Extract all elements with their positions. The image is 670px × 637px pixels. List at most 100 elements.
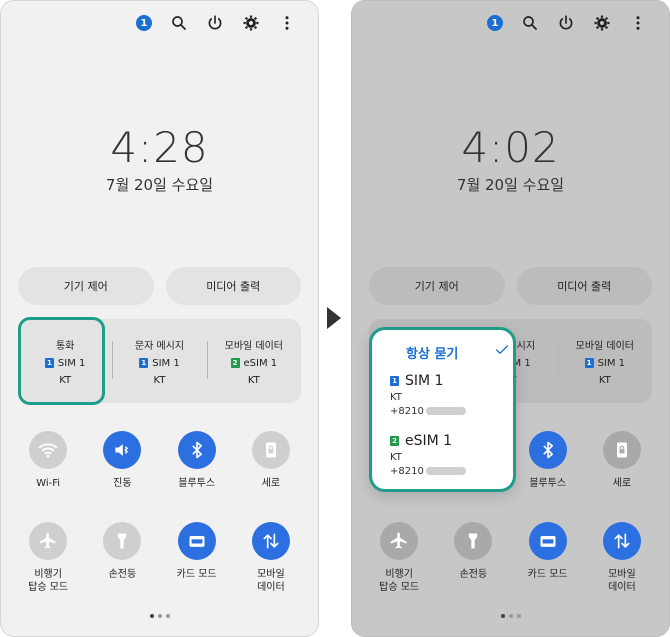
lockscreen-clock: 4:28 (110, 123, 209, 172)
mobile-data-label: 모바일 데이터 (257, 569, 285, 593)
esim1-option-carrier: KT (390, 452, 402, 463)
sim2-icon: 2 (390, 436, 399, 446)
airplane-icon (380, 522, 419, 560)
bluetooth-label: 블루투스 (178, 478, 216, 489)
esim1-option-name: eSIM 1 (405, 433, 453, 449)
portrait-lock-toggle[interactable]: 세로 (239, 431, 303, 490)
status-bar: 1 (136, 11, 296, 35)
sim-indicator-badge: 1 (487, 15, 503, 31)
card-mode-label: 카드 모드 (176, 569, 217, 580)
nfc-icon (528, 522, 567, 560)
sim1-icon: 1 (139, 358, 149, 368)
lockscreen-clock: 4:02 (461, 123, 560, 172)
esim1-option-number: +8210 (390, 465, 466, 479)
airplane-icon (29, 522, 68, 560)
more-icon[interactable] (629, 14, 647, 32)
sim2-icon: 2 (230, 358, 240, 368)
message-sim-selector[interactable]: 문자 메시지 1SIM 1 KT (112, 319, 206, 403)
message-sim-label: SIM 1 (152, 357, 180, 369)
right-phone-screen: 1 4:02 7월 20일 수요일 기기 제어 미디어 출력 문자 메시지 1S… (351, 0, 670, 637)
bluetooth-icon (528, 431, 567, 469)
gear-icon[interactable] (593, 14, 611, 32)
page-dot (508, 614, 513, 618)
card-mode-label: 카드 모드 (527, 569, 568, 580)
media-output-button[interactable]: 미디어 출력 (165, 267, 301, 305)
bluetooth-label: 블루투스 (529, 478, 567, 489)
wifi-icon (29, 431, 68, 469)
vibrate-label: 진동 (113, 478, 132, 489)
nfc-icon (177, 522, 216, 560)
bluetooth-toggle[interactable]: 블루투스 (516, 431, 580, 490)
data-sim-title: 모바일 데이터 (224, 340, 284, 352)
page-dot-active (500, 614, 505, 618)
mobile-data-toggle[interactable]: 모바일 데이터 (239, 522, 303, 594)
mobile-data-label: 모바일 데이터 (608, 569, 636, 593)
flashlight-toggle[interactable]: 손전등 (90, 522, 154, 594)
wifi-toggle[interactable]: Wi-Fi (16, 431, 80, 490)
gear-icon[interactable] (242, 14, 260, 32)
sim1-option[interactable]: 1 SIM 1 KT +8210 (390, 374, 466, 419)
mobile-data-icon (251, 522, 290, 560)
data-carrier: KT (247, 374, 260, 386)
message-sim-title: 문자 메시지 (134, 340, 185, 352)
airplane-mode-toggle[interactable]: 비행기 탑승 모드 (367, 522, 431, 594)
device-control-button[interactable]: 기기 제어 (369, 267, 505, 305)
search-icon[interactable] (170, 14, 188, 32)
airplane-label: 비행기 탑승 모드 (28, 569, 69, 593)
sim1-option-number: +8210 (390, 405, 466, 419)
flashlight-label: 손전등 (459, 569, 488, 580)
checkmark-icon (494, 342, 510, 362)
page-dot (516, 614, 521, 618)
redacted-number (425, 407, 466, 415)
always-ask-label: 항상 묻기 (406, 346, 459, 362)
data-sim-selector[interactable]: 모바일 데이터 1 SIM 1 KT (557, 319, 652, 403)
page-indicator (352, 614, 669, 618)
redacted-number (425, 467, 466, 475)
data-sim-selector[interactable]: 모바일 데이터 2 eSIM 1 KT (206, 319, 301, 403)
esim1-option[interactable]: 2 eSIM 1 KT +8210 (390, 434, 466, 479)
status-bar: 1 (487, 11, 647, 35)
page-dot (157, 614, 162, 618)
device-control-button[interactable]: 기기 제어 (18, 267, 154, 305)
search-icon[interactable] (521, 14, 539, 32)
vibrate-icon (103, 431, 142, 469)
portrait-lock-icon (251, 431, 290, 469)
data-sim-title: 모바일 데이터 (575, 340, 635, 352)
portrait-lock-toggle[interactable]: 세로 (590, 431, 654, 490)
more-icon[interactable] (278, 14, 296, 32)
sim1-icon: 1 (390, 376, 399, 386)
lockscreen-date: 7월 20일 수요일 (105, 176, 214, 194)
always-ask-option[interactable]: 항상 묻기 (406, 342, 510, 362)
left-phone-screen: 1 4:28 7월 20일 수요일 기기 제어 미디어 출력 통화 1 SIM 1… (0, 0, 319, 637)
message-carrier: KT (153, 374, 166, 386)
bluetooth-icon (177, 431, 216, 469)
data-carrier: KT (598, 374, 611, 386)
mobile-data-toggle[interactable]: 모바일 데이터 (590, 522, 654, 594)
power-icon[interactable] (557, 14, 575, 32)
flashlight-icon (103, 522, 142, 560)
sim1-icon: 1 (584, 358, 594, 368)
call-highlight-frame (18, 317, 105, 405)
portrait-label: 세로 (612, 478, 632, 489)
page-indicator (1, 614, 318, 618)
page-dot-active (149, 614, 154, 618)
flashlight-toggle[interactable]: 손전등 (441, 522, 505, 594)
portrait-lock-icon (602, 431, 641, 469)
vibrate-toggle[interactable]: 진동 (90, 431, 154, 490)
power-icon[interactable] (206, 14, 224, 32)
card-mode-toggle[interactable]: 카드 모드 (516, 522, 580, 594)
sim1-option-carrier: KT (390, 392, 402, 403)
sim-indicator-badge: 1 (136, 15, 152, 31)
airplane-mode-toggle[interactable]: 비행기 탑승 모드 (16, 522, 80, 594)
bluetooth-toggle[interactable]: 블루투스 (165, 431, 229, 490)
transition-arrow-icon (327, 307, 341, 329)
page-dot (165, 614, 170, 618)
sim1-option-name: SIM 1 (405, 373, 444, 389)
flashlight-label: 손전등 (108, 569, 137, 580)
media-output-button[interactable]: 미디어 출력 (516, 267, 652, 305)
portrait-label: 세로 (261, 478, 281, 489)
wifi-label: Wi-Fi (36, 478, 61, 489)
data-sim-label: eSIM 1 (243, 357, 278, 369)
data-sim-label: SIM 1 (597, 357, 626, 369)
card-mode-toggle[interactable]: 카드 모드 (165, 522, 229, 594)
